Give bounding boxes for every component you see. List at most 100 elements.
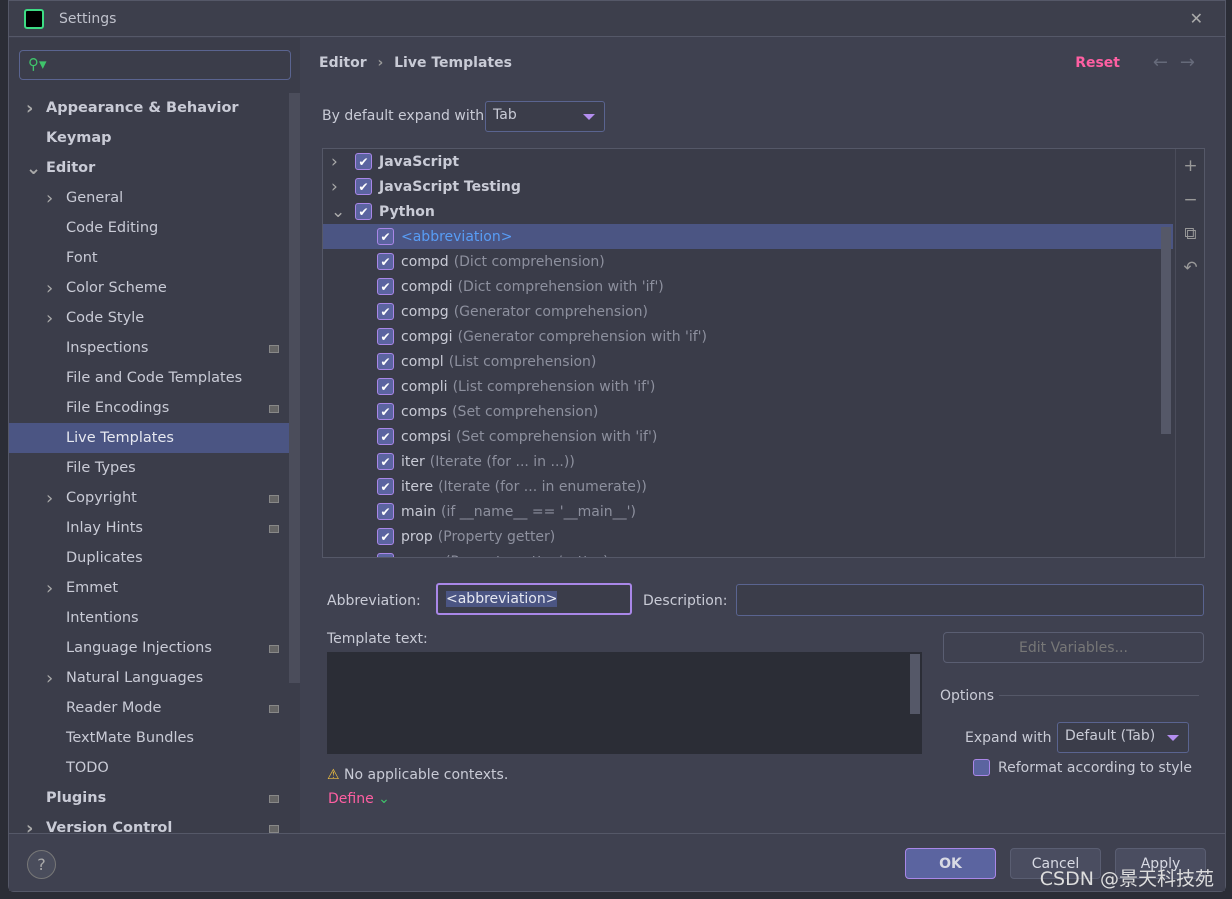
- chevron-right-icon[interactable]: ›: [46, 668, 53, 689]
- template-row[interactable]: ✔ compl (List comprehension): [323, 349, 1173, 374]
- sidebar-item-natural-languages[interactable]: › Natural Languages: [9, 663, 289, 693]
- template-abbreviation: iter: [401, 453, 425, 470]
- ok-button[interactable]: OK: [905, 848, 996, 879]
- settings-nav: › Appearance & Behavior Keymap ⌄ Editor › Gene…: [9, 93, 300, 833]
- chevron-down-icon[interactable]: ⌄: [26, 158, 41, 179]
- template-row[interactable]: ✔ comps (Set comprehension): [323, 399, 1173, 424]
- sidebar-item-language-injections[interactable]: Language Injections: [9, 633, 289, 663]
- template-abbreviation: compli: [401, 378, 448, 395]
- sidebar-item-live-templates[interactable]: Live Templates: [9, 423, 300, 453]
- group-checkbox[interactable]: ✔: [355, 153, 372, 170]
- close-icon[interactable]: ✕: [1190, 9, 1203, 28]
- sidebar-item-keymap[interactable]: Keymap: [9, 123, 289, 153]
- template-row[interactable]: ✔ props (Property getter/setter): [323, 549, 1173, 557]
- sidebar-item-color-scheme[interactable]: › Color Scheme: [9, 273, 289, 303]
- sidebar-item-file-encodings[interactable]: File Encodings: [9, 393, 289, 423]
- template-checkbox[interactable]: ✔: [377, 403, 394, 420]
- template-row[interactable]: ✔ main (if __name__ == '__main__'): [323, 499, 1173, 524]
- chevron-down-icon[interactable]: ⌄: [331, 202, 355, 222]
- sidebar-item-label: Appearance & Behavior: [46, 100, 239, 116]
- breadcrumb: Editor › Live Templates: [319, 55, 512, 71]
- reset-link[interactable]: Reset: [1075, 55, 1120, 71]
- chevron-right-icon[interactable]: ›: [26, 98, 33, 119]
- remove-icon[interactable]: −: [1176, 183, 1204, 217]
- template-checkbox[interactable]: ✔: [377, 303, 394, 320]
- sidebar-item-version-control[interactable]: › Version Control: [9, 813, 289, 833]
- template-scrollbar[interactable]: [910, 654, 920, 714]
- define-link[interactable]: Define ⌄: [328, 791, 390, 807]
- expand-with-select[interactable]: Default (Tab): [1057, 722, 1189, 753]
- template-checkbox[interactable]: ✔: [377, 478, 394, 495]
- template-checkbox[interactable]: ✔: [377, 528, 394, 545]
- tree-scrollbar[interactable]: [1161, 227, 1171, 434]
- template-checkbox[interactable]: ✔: [377, 428, 394, 445]
- template-checkbox[interactable]: ✔: [377, 553, 394, 557]
- template-text-editor[interactable]: [327, 652, 922, 754]
- sidebar-item-plugins[interactable]: Plugins: [9, 783, 289, 813]
- template-row[interactable]: ✔ compgi (Generator comprehension with 'if…: [323, 324, 1173, 349]
- sidebar-scrollbar[interactable]: [289, 93, 300, 683]
- sidebar-item-duplicates[interactable]: Duplicates: [9, 543, 289, 573]
- reformat-checkbox[interactable]: Reformat according to style: [973, 759, 1192, 776]
- chevron-right-icon[interactable]: ›: [46, 308, 53, 329]
- expand-default-select[interactable]: Tab: [485, 101, 605, 132]
- sidebar-item-copyright[interactable]: › Copyright: [9, 483, 289, 513]
- breadcrumb-editor[interactable]: Editor: [319, 55, 367, 71]
- template-checkbox[interactable]: ✔: [377, 228, 394, 245]
- template-row[interactable]: ✔ compd (Dict comprehension): [323, 249, 1173, 274]
- tree-group[interactable]: ⌄ ✔ Python: [323, 199, 1173, 224]
- template-checkbox[interactable]: ✔: [377, 378, 394, 395]
- template-checkbox[interactable]: ✔: [377, 453, 394, 470]
- group-checkbox[interactable]: ✔: [355, 178, 372, 195]
- nav-arrows[interactable]: ←→: [1153, 52, 1207, 73]
- chevron-right-icon[interactable]: ›: [46, 278, 53, 299]
- sidebar-item-label: File and Code Templates: [66, 370, 243, 386]
- template-row[interactable]: ✔ prop (Property getter): [323, 524, 1173, 549]
- template-row[interactable]: ✔ <abbreviation>: [323, 224, 1173, 249]
- chevron-right-icon[interactable]: ›: [26, 818, 33, 834]
- tree-group[interactable]: › ✔ JavaScript: [323, 149, 1173, 174]
- sidebar-item-appearance-behavior[interactable]: › Appearance & Behavior: [9, 93, 289, 123]
- sidebar-item-todo[interactable]: TODO: [9, 753, 289, 783]
- template-row[interactable]: ✔ compg (Generator comprehension): [323, 299, 1173, 324]
- sidebar-item-editor[interactable]: ⌄ Editor: [9, 153, 289, 183]
- sidebar-item-code-editing[interactable]: Code Editing: [9, 213, 289, 243]
- tree-group[interactable]: › ✔ JavaScript Testing: [323, 174, 1173, 199]
- description-input[interactable]: [736, 584, 1204, 616]
- sidebar-item-emmet[interactable]: › Emmet: [9, 573, 289, 603]
- sidebar-item-inspections[interactable]: Inspections: [9, 333, 289, 363]
- help-button[interactable]: ?: [27, 850, 56, 879]
- sidebar-item-file-types[interactable]: File Types: [9, 453, 289, 483]
- template-checkbox[interactable]: ✔: [377, 253, 394, 270]
- copy-icon[interactable]: ⧉: [1176, 217, 1204, 251]
- restore-icon[interactable]: ↶: [1176, 251, 1204, 285]
- chevron-right-icon[interactable]: ›: [46, 488, 53, 509]
- template-row[interactable]: ✔ itere (Iterate (for ... in enumerate)): [323, 474, 1173, 499]
- add-icon[interactable]: +: [1176, 149, 1204, 183]
- chevron-right-icon[interactable]: ›: [331, 152, 355, 172]
- template-checkbox[interactable]: ✔: [377, 278, 394, 295]
- template-row[interactable]: ✔ compdi (Dict comprehension with 'if'): [323, 274, 1173, 299]
- sidebar-item-font[interactable]: Font: [9, 243, 289, 273]
- chevron-right-icon[interactable]: ›: [331, 177, 355, 197]
- abbreviation-input[interactable]: <abbreviation>: [436, 583, 632, 615]
- group-checkbox[interactable]: ✔: [355, 203, 372, 220]
- edit-variables-button[interactable]: Edit Variables...: [943, 632, 1204, 663]
- search-input[interactable]: ⚲▾: [19, 50, 291, 80]
- template-checkbox[interactable]: ✔: [377, 353, 394, 370]
- sidebar-item-intentions[interactable]: Intentions: [9, 603, 289, 633]
- chevron-right-icon[interactable]: ›: [46, 578, 53, 599]
- chevron-right-icon[interactable]: ›: [46, 188, 53, 209]
- sidebar-item-reader-mode[interactable]: Reader Mode: [9, 693, 289, 723]
- template-row[interactable]: ✔ compsi (Set comprehension with 'if'): [323, 424, 1173, 449]
- sidebar-item-textmate-bundles[interactable]: TextMate Bundles: [9, 723, 289, 753]
- template-checkbox[interactable]: ✔: [377, 328, 394, 345]
- sidebar-item-general[interactable]: › General: [9, 183, 289, 213]
- sidebar-item-inlay-hints[interactable]: Inlay Hints: [9, 513, 289, 543]
- template-row[interactable]: ✔ compli (List comprehension with 'if'): [323, 374, 1173, 399]
- template-checkbox[interactable]: ✔: [377, 503, 394, 520]
- sidebar-item-file-and-code-templates[interactable]: File and Code Templates: [9, 363, 289, 393]
- sidebar-item-code-style[interactable]: › Code Style: [9, 303, 289, 333]
- template-row[interactable]: ✔ iter (Iterate (for ... in ...)): [323, 449, 1173, 474]
- template-description: (Generator comprehension): [453, 303, 648, 320]
